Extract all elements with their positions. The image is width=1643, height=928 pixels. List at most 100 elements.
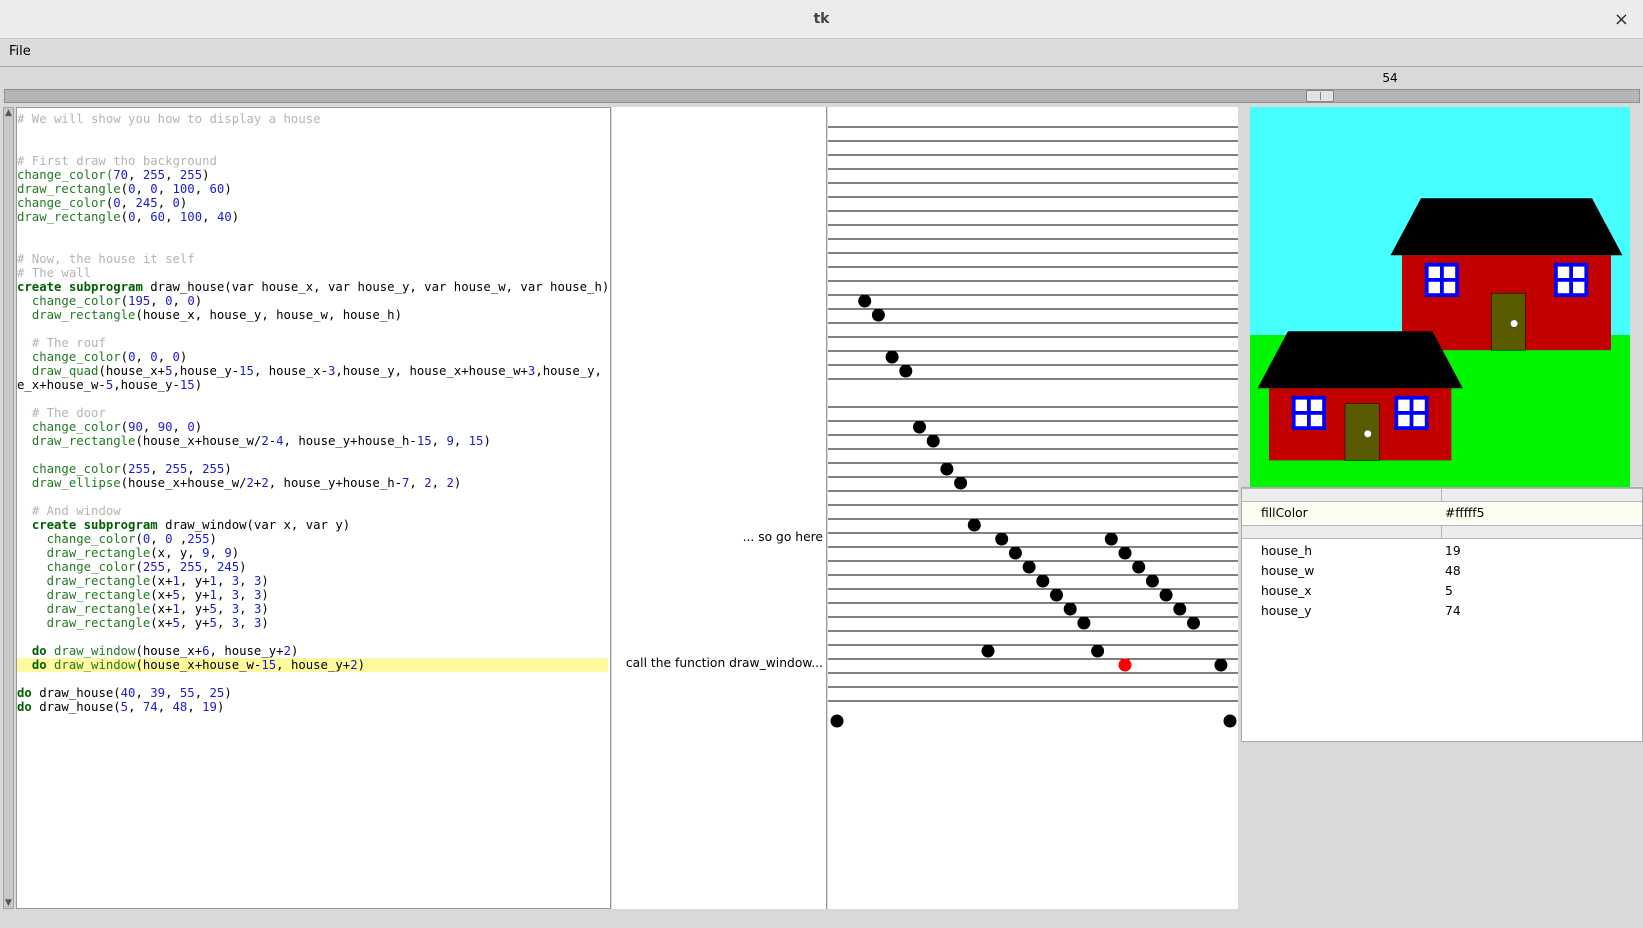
trace-node[interactable] (1008, 546, 1022, 560)
variable-row[interactable]: house_w 48 (1242, 561, 1642, 581)
step-slider-thumb[interactable] (1305, 90, 1334, 102)
code-line[interactable]: # And window (17, 504, 608, 518)
menu-file[interactable]: File (9, 44, 31, 59)
code-token: 2 (350, 658, 358, 672)
code-line[interactable]: change_color(255, 255, 255) (17, 462, 608, 476)
code-line[interactable]: draw_rectangle(house_x+house_w/2-4, hous… (17, 434, 608, 448)
code-line[interactable]: do draw_house(5, 74, 48, 19) (17, 700, 608, 714)
window-pane (1398, 414, 1410, 427)
code-token: ) (290, 644, 299, 658)
code-line[interactable]: # The rouf (17, 336, 608, 350)
code-token: draw_ellipse (31, 476, 121, 490)
code-token: , (202, 210, 217, 224)
scroll-up-arrow-icon[interactable]: ▲ (4, 108, 13, 118)
code-line-current[interactable]: do draw_window(house_x+house_w-15, house… (17, 658, 608, 672)
code-line[interactable]: change_color(0, 0 ,255) (17, 532, 608, 546)
step-slider-trough[interactable] (4, 89, 1640, 103)
code-line[interactable]: draw_rectangle(x+5, y+5, 3, 3) (17, 616, 608, 630)
trace-node[interactable] (1050, 588, 1063, 602)
door-knob (1363, 429, 1372, 438)
code-line[interactable]: change_color(255, 255, 245) (17, 560, 608, 574)
trace-node[interactable] (1036, 574, 1050, 588)
code-token: 255 (179, 168, 203, 182)
code-line[interactable]: change_color(0, 0, 0) (17, 350, 608, 364)
window-pane (1573, 266, 1585, 278)
code-token: (x+ (150, 616, 173, 630)
code-token: 255 (179, 560, 203, 574)
code-line[interactable]: change_color(90, 90, 0) (17, 420, 608, 434)
code-scrollbar[interactable]: ▲ ▼ (3, 107, 14, 909)
code-token: 1 (209, 574, 217, 588)
trace-node[interactable] (995, 532, 1009, 546)
trace-node[interactable] (1118, 546, 1132, 560)
variable-row[interactable]: house_h 19 (1242, 541, 1642, 561)
code-line[interactable]: change_color(70, 255, 255) (17, 168, 608, 182)
trace-node[interactable] (981, 644, 995, 658)
code-token: 70 (113, 168, 129, 182)
trace-node[interactable] (830, 714, 844, 728)
code-line[interactable]: # Now, the house it self (17, 252, 608, 266)
code-line[interactable]: create subprogram draw_window(var x, var… (17, 518, 608, 532)
code-token: ) (231, 546, 240, 560)
trace-node[interactable] (1187, 616, 1200, 630)
variable-name: house_x (1261, 584, 1312, 598)
code-token: draw_rectangle (46, 574, 151, 588)
code-token: e_x+house_w- (17, 378, 106, 392)
code-line[interactable]: draw_rectangle(x+5, y+1, 3, 3) (17, 588, 608, 602)
trace-node-current[interactable] (1118, 658, 1132, 672)
trace-node[interactable] (1173, 602, 1187, 616)
trace-node[interactable] (899, 364, 913, 378)
code-line[interactable]: do draw_window(house_x+6, house_y+2) (17, 644, 608, 658)
code-line[interactable]: draw_rectangle(x+1, y+1, 3, 3) (17, 574, 608, 588)
code-line[interactable]: draw_rectangle(house_x, house_y, house_w… (17, 308, 608, 322)
code-line[interactable]: # The wall (17, 266, 608, 280)
trace-node[interactable] (1091, 644, 1105, 658)
variable-row[interactable]: house_x 5 (1242, 581, 1642, 601)
code-line[interactable]: draw_ellipse(house_x+house_w/2+2, house_… (17, 476, 608, 490)
code-token: draw_quad (31, 364, 99, 378)
code-token: 100 (179, 210, 203, 224)
trace-node[interactable] (1159, 588, 1173, 602)
trace-node[interactable] (1145, 574, 1159, 588)
trace-node[interactable] (858, 294, 872, 308)
code-line[interactable]: change_color(195, 0, 0) (17, 294, 608, 308)
scroll-down-arrow-icon[interactable]: ▼ (4, 898, 13, 908)
trace-node[interactable] (954, 476, 968, 490)
code-line[interactable]: change_color(0, 245, 0) (17, 196, 608, 210)
code-line[interactable]: # The door (17, 406, 608, 420)
trace-node[interactable] (1223, 714, 1237, 728)
code-token: ) (179, 196, 188, 210)
variable-row-selected[interactable]: fillColor #fffff5 (1242, 503, 1642, 523)
code-line[interactable]: draw_rectangle(0, 0, 100, 60) (17, 182, 608, 196)
trace-node[interactable] (1104, 532, 1118, 546)
trace-node[interactable] (1022, 560, 1036, 574)
annotation-column: ... so go here call the function draw_wi… (612, 107, 827, 909)
code-line[interactable]: # First draw tho background (17, 154, 608, 168)
variable-row[interactable]: house_y 74 (1242, 601, 1642, 621)
trace-node[interactable] (940, 462, 954, 476)
code-line[interactable]: do draw_house(40, 39, 55, 25) (17, 686, 608, 700)
code-token: , (128, 700, 143, 714)
trace-node[interactable] (1063, 602, 1077, 616)
code-line[interactable]: draw_rectangle(x+1, y+5, 3, 3) (17, 602, 608, 616)
code-token: draw_rectangle (17, 182, 121, 196)
code-editor[interactable]: # We will show you how to display a hous… (16, 107, 611, 909)
code-token: , (194, 686, 210, 700)
execution-trace[interactable] (828, 107, 1238, 909)
trace-node[interactable] (913, 420, 926, 434)
code-line[interactable]: e_x+house_w-5,house_y-15) (17, 378, 608, 392)
code-line[interactable]: draw_quad(house_x+5,house_y-15, house_x-… (17, 364, 610, 378)
trace-node[interactable] (967, 518, 981, 532)
code-line[interactable]: draw_rectangle(0, 60, 100, 40) (17, 210, 608, 224)
trace-node[interactable] (1132, 560, 1146, 574)
code-line[interactable]: # We will show you how to display a hous… (17, 112, 608, 126)
close-icon[interactable]: × (1614, 9, 1629, 30)
trace-node[interactable] (926, 434, 940, 448)
code-line[interactable]: create subprogram draw_house(var house_x… (17, 280, 609, 294)
trace-node[interactable] (1077, 616, 1091, 630)
code-line[interactable]: draw_rectangle(x, y, 9, 9) (17, 546, 608, 560)
trace-node[interactable] (1214, 658, 1228, 672)
trace-node[interactable] (885, 350, 899, 364)
code-token: , house_y+house_h- (283, 434, 417, 448)
trace-node[interactable] (871, 308, 885, 322)
